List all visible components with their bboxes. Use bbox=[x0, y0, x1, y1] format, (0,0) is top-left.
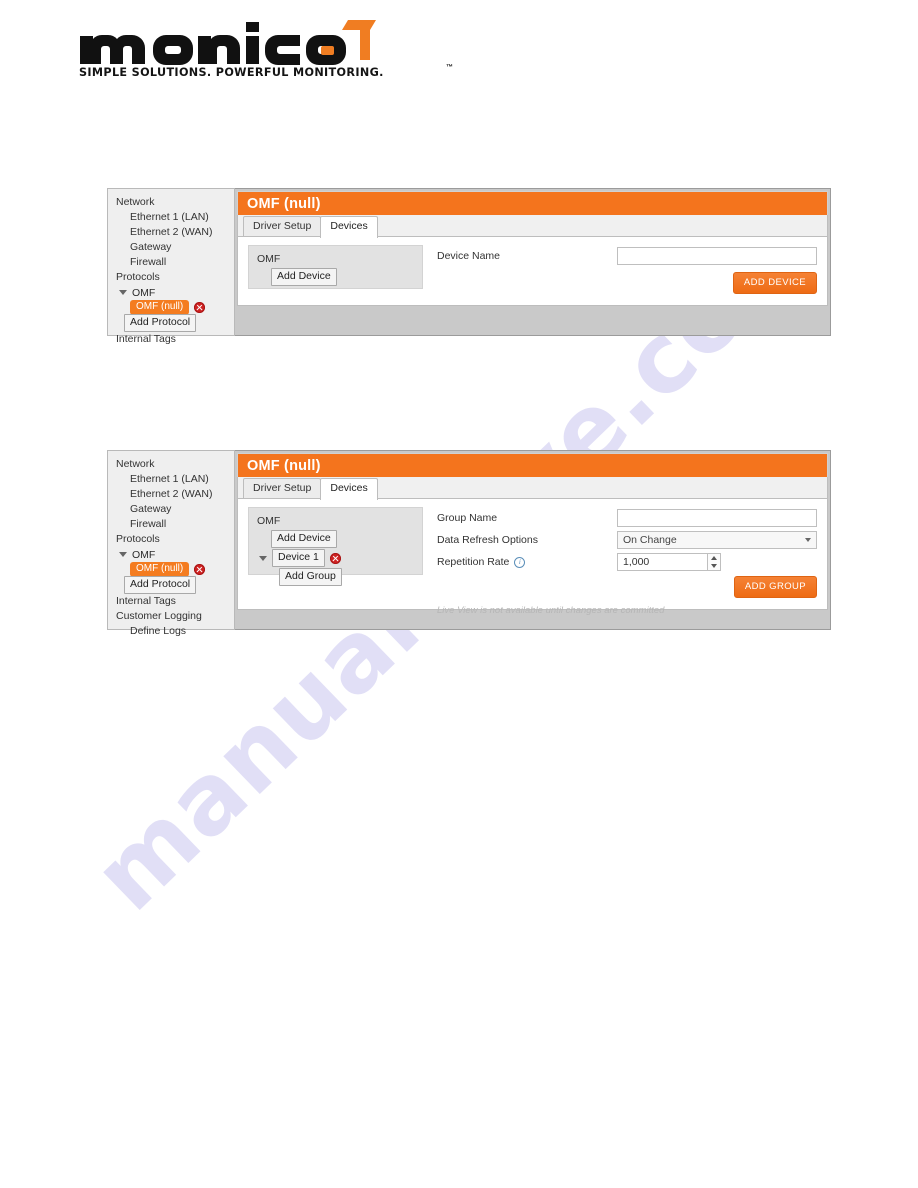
sidebar-item-internal-tags-2[interactable]: Internal Tags bbox=[108, 594, 234, 609]
tree-row-add-device-2: Add Device bbox=[257, 530, 414, 548]
content-area-panel-two: OMF (null) Driver Setup Devices OMF Add … bbox=[235, 450, 831, 630]
monico-logo: SIMPLE SOLUTIONS. POWERFUL MONITORING. ™ bbox=[78, 18, 453, 80]
screenshot-panel-add-group: Network Ethernet 1 (LAN) Ethernet 2 (WAN… bbox=[107, 450, 831, 637]
device-form-panel-one: Device Name ADD DEVICE bbox=[423, 245, 817, 295]
form-row-add-device-action: ADD DEVICE bbox=[437, 271, 817, 295]
sidebar-item-omf-2[interactable]: OMF bbox=[108, 547, 234, 562]
add-protocol-button[interactable]: Add Protocol bbox=[124, 313, 197, 332]
sidebar-navigation-panel-two: Network Ethernet 1 (LAN) Ethernet 2 (WAN… bbox=[107, 450, 235, 637]
stepper-down-icon[interactable] bbox=[711, 564, 717, 568]
form-row-device-name: Device Name bbox=[437, 245, 817, 267]
page-title-panel-one: OMF (null) bbox=[237, 191, 828, 215]
tab-strip-panel-two: Driver Setup Devices bbox=[237, 477, 828, 500]
tree-caret-icon[interactable] bbox=[259, 555, 267, 561]
stepper-up-icon[interactable] bbox=[711, 556, 717, 560]
logo-tagline: SIMPLE SOLUTIONS. POWERFUL MONITORING. bbox=[79, 66, 384, 79]
tree-root-label-2: OMF bbox=[257, 515, 281, 527]
group-name-input[interactable] bbox=[617, 509, 817, 527]
delete-icon[interactable] bbox=[329, 552, 341, 564]
repetition-rate-stepper[interactable]: 1,000 bbox=[617, 553, 721, 571]
panel-one-footer-area bbox=[235, 306, 830, 335]
data-refresh-options-value: On Change bbox=[623, 534, 677, 546]
sidebar-item-ethernet-1-lan-2[interactable]: Ethernet 1 (LAN) bbox=[108, 472, 234, 487]
group-name-label: Group Name bbox=[437, 512, 498, 524]
screenshot-panel-add-device: Network Ethernet 1 (LAN) Ethernet 2 (WAN… bbox=[107, 188, 831, 345]
form-row-data-refresh-options: Data Refresh Options On Change bbox=[437, 529, 817, 551]
sidebar-item-firewall-2[interactable]: Firewall bbox=[108, 517, 234, 532]
tab-panel-devices-two: OMF Add Device Device 1 Add Group Group … bbox=[237, 498, 828, 616]
sidebar-item-gateway-2[interactable]: Gateway bbox=[108, 502, 234, 517]
device-1-node-button[interactable]: Device 1 bbox=[272, 549, 325, 567]
delete-icon[interactable] bbox=[194, 302, 206, 313]
tab-devices-2[interactable]: Devices bbox=[320, 478, 378, 500]
tree-caret-icon[interactable] bbox=[119, 290, 127, 295]
repetition-rate-stepper-buttons[interactable] bbox=[707, 553, 721, 571]
tree-row-add-device: Add Device bbox=[257, 268, 414, 286]
sidebar-item-omf-label: OMF bbox=[132, 286, 156, 299]
tab-panel-devices-one: OMF Add Device Device Name ADD DEVICE bbox=[237, 236, 828, 306]
sidebar-item-ethernet-2-wan-2[interactable]: Ethernet 2 (WAN) bbox=[108, 487, 234, 502]
sidebar-item-protocols[interactable]: Protocols bbox=[108, 270, 234, 285]
monico-wordmark-icon bbox=[80, 20, 376, 65]
form-row-group-name: Group Name bbox=[437, 507, 817, 529]
add-protocol-button-2[interactable]: Add Protocol bbox=[124, 575, 197, 594]
sidebar-item-gateway[interactable]: Gateway bbox=[108, 240, 234, 255]
data-refresh-options-select[interactable]: On Change bbox=[617, 531, 817, 549]
repetition-rate-value[interactable]: 1,000 bbox=[617, 553, 707, 571]
tree-caret-icon[interactable] bbox=[119, 552, 127, 557]
device-tree-panel-two: OMF Add Device Device 1 Add Group bbox=[248, 507, 423, 586]
tree-root-label: OMF bbox=[257, 253, 281, 265]
chevron-down-icon bbox=[805, 538, 811, 542]
repetition-rate-label-wrap: Repetition Rate i bbox=[437, 556, 617, 568]
sidebar-item-ethernet-1-lan[interactable]: Ethernet 1 (LAN) bbox=[108, 210, 234, 225]
sidebar-item-omf-null[interactable]: OMF (null) bbox=[108, 300, 234, 315]
sidebar-item-add-protocol[interactable]: Add Protocol bbox=[108, 313, 234, 332]
tree-row-device-1: Device 1 bbox=[257, 549, 414, 567]
group-form-panel-two: Group Name Data Refresh Options On Chang… bbox=[423, 507, 817, 616]
sidebar-item-network-2[interactable]: Network bbox=[108, 457, 234, 472]
delete-icon[interactable] bbox=[194, 564, 206, 575]
sidebar-navigation-panel-one: Network Ethernet 1 (LAN) Ethernet 2 (WAN… bbox=[107, 188, 235, 345]
tab-devices[interactable]: Devices bbox=[320, 216, 378, 238]
sidebar-item-omf-null-2[interactable]: OMF (null) bbox=[108, 562, 234, 577]
sidebar-chip-omf-null-2: OMF (null) bbox=[130, 562, 190, 577]
logo-trademark: ™ bbox=[446, 64, 453, 71]
add-group-tree-button[interactable]: Add Group bbox=[279, 568, 342, 586]
content-area-panel-one: OMF (null) Driver Setup Devices OMF Add … bbox=[235, 188, 831, 336]
sidebar-item-define-logs[interactable]: Define Logs bbox=[108, 624, 234, 639]
sidebar-item-omf-label-2: OMF bbox=[132, 548, 156, 561]
sidebar-item-network[interactable]: Network bbox=[108, 195, 234, 210]
device-tree-panel-one: OMF Add Device bbox=[248, 245, 423, 289]
add-device-button[interactable]: ADD DEVICE bbox=[732, 272, 817, 294]
tree-row-add-group: Add Group bbox=[257, 568, 414, 586]
sidebar-item-add-protocol-2[interactable]: Add Protocol bbox=[108, 575, 234, 594]
sidebar-item-ethernet-2-wan[interactable]: Ethernet 2 (WAN) bbox=[108, 225, 234, 240]
sidebar-item-firewall[interactable]: Firewall bbox=[108, 255, 234, 270]
repetition-rate-label: Repetition Rate bbox=[437, 556, 510, 568]
page-title-panel-two: OMF (null) bbox=[237, 453, 828, 477]
data-refresh-options-label: Data Refresh Options bbox=[437, 534, 538, 546]
add-group-button[interactable]: ADD GROUP bbox=[733, 576, 817, 598]
live-view-note: Live View is not available until changes… bbox=[437, 605, 665, 616]
tab-driver-setup-2[interactable]: Driver Setup bbox=[243, 478, 322, 499]
sidebar-item-omf[interactable]: OMF bbox=[108, 285, 234, 300]
tab-strip-panel-one: Driver Setup Devices bbox=[237, 215, 828, 238]
sidebar-item-customer-logging[interactable]: Customer Logging bbox=[108, 609, 234, 624]
sidebar-item-protocols-2[interactable]: Protocols bbox=[108, 532, 234, 547]
device-name-label: Device Name bbox=[437, 250, 501, 262]
add-device-tree-button-2[interactable]: Add Device bbox=[271, 530, 337, 548]
sidebar-chip-omf-null: OMF (null) bbox=[130, 300, 190, 315]
form-row-repetition-rate: Repetition Rate i 1,000 bbox=[437, 551, 817, 573]
add-device-tree-button[interactable]: Add Device bbox=[271, 268, 337, 286]
sidebar-item-internal-tags[interactable]: Internal Tags bbox=[108, 332, 234, 347]
tab-driver-setup[interactable]: Driver Setup bbox=[243, 216, 322, 237]
device-name-input[interactable] bbox=[617, 247, 817, 265]
info-icon[interactable]: i bbox=[514, 556, 526, 568]
form-row-add-group-action: ADD GROUP bbox=[437, 575, 817, 599]
